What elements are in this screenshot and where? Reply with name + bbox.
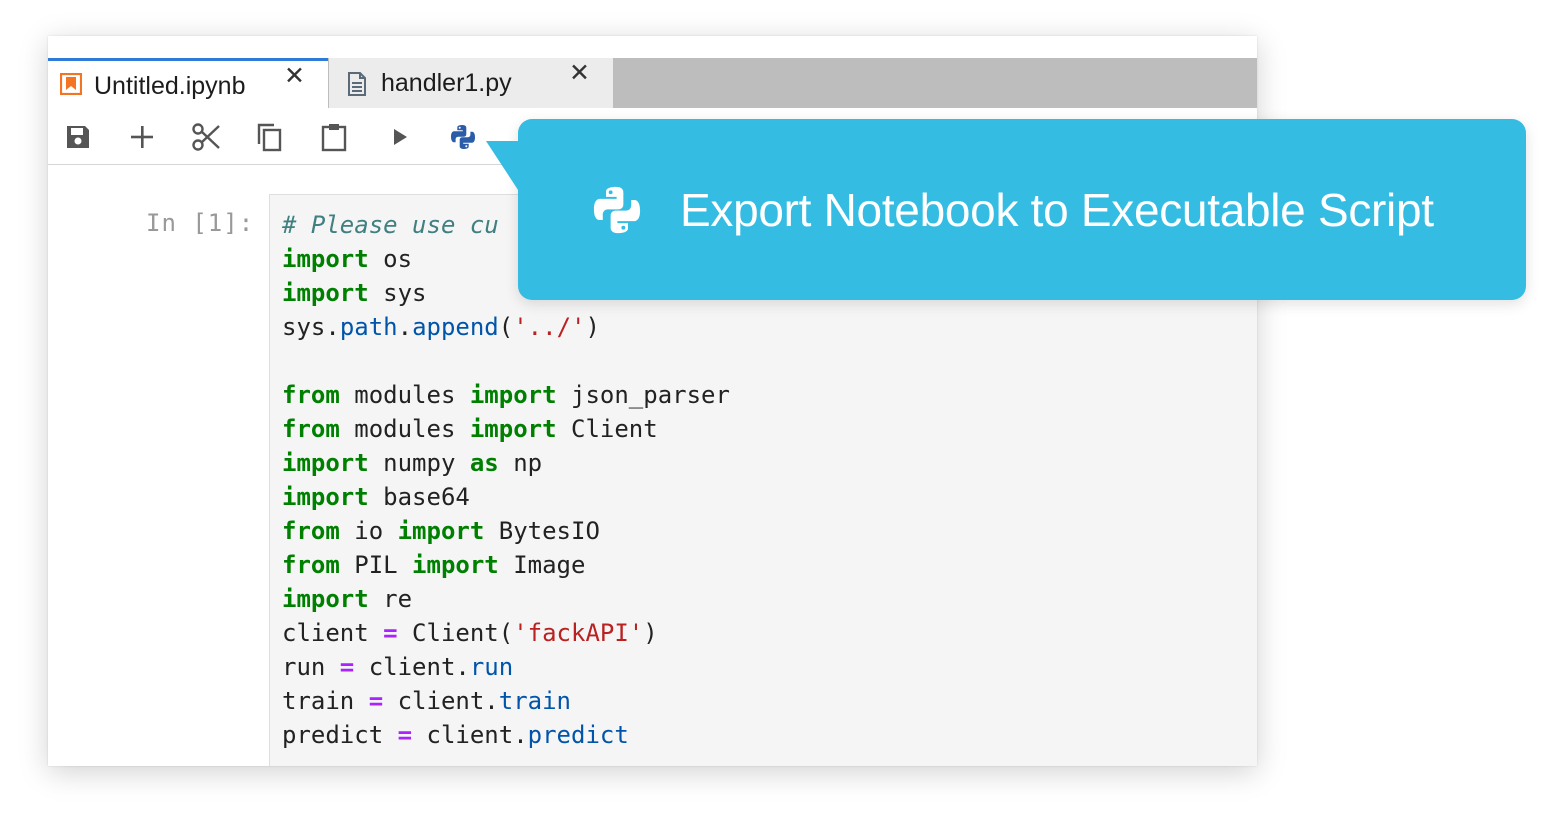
code-token: modules [339, 381, 470, 409]
code-token: from [282, 551, 340, 579]
code-token: train [498, 687, 571, 715]
code-token: import [282, 585, 369, 613]
code-token: BytesIO [484, 517, 600, 545]
code-token: base64 [368, 483, 470, 511]
code-token: import [412, 551, 499, 579]
code-token: Client [556, 415, 658, 443]
code-token: import [469, 415, 557, 443]
run-button[interactable] [385, 122, 415, 152]
code-line: client = Client('fackAPI') [282, 616, 730, 650]
code-line: from io import BytesIO [282, 514, 730, 548]
run-icon [394, 129, 407, 145]
cut-icon [192, 123, 220, 151]
code-line: from modules import Client [282, 412, 730, 446]
code-token: np [498, 449, 543, 477]
add-cell-button[interactable] [127, 122, 157, 152]
code-token: 'fackAPI' [513, 619, 644, 647]
code-token: client [282, 619, 384, 647]
code-line: predict = client.predict [282, 718, 730, 752]
code-token: from [282, 381, 340, 409]
save-icon [67, 126, 89, 148]
code-token: append [412, 313, 499, 341]
code-token: from [282, 517, 340, 545]
code-token: import [282, 449, 369, 477]
code-token: numpy [368, 449, 470, 477]
code-line: from PIL import Image [282, 548, 730, 582]
code-token: re [368, 585, 413, 613]
tab-label: handler1.py [381, 69, 512, 97]
tooltip-arrow [486, 141, 520, 193]
code-token: = [339, 653, 355, 681]
code-token: Client( [397, 619, 514, 647]
code-token: import [282, 279, 369, 307]
code-token: . [397, 313, 413, 341]
code-token: run [282, 653, 340, 681]
code-token: predict [282, 721, 398, 749]
code-token: ) [643, 619, 658, 647]
code-token: as [469, 449, 499, 477]
paste-button[interactable] [319, 122, 349, 152]
paste-icon [321, 124, 347, 152]
code-token: sys [282, 313, 326, 341]
code-token: sys [368, 279, 427, 307]
code-token: # Please use cu [282, 211, 499, 239]
code-token: io [339, 517, 398, 545]
code-line: train = client.train [282, 684, 730, 718]
export-tooltip: Export Notebook to Executable Script [486, 119, 1526, 300]
code-token: = [383, 619, 398, 647]
python-export-icon [451, 125, 475, 149]
code-token: import [282, 483, 369, 511]
save-button[interactable] [63, 122, 93, 152]
code-line: sys.path.append('../') [282, 310, 730, 344]
export-script-button[interactable] [448, 122, 478, 152]
cut-button[interactable] [191, 122, 221, 152]
code-token: from [282, 415, 340, 443]
code-token: os [368, 245, 413, 273]
code-token: ( [498, 313, 514, 341]
add-cell-icon [131, 126, 153, 148]
tab-bar: Untitled.ipynb ✕ handler1.py ✕ [48, 58, 1257, 108]
code-token: client. [354, 653, 470, 681]
code-line: import base64 [282, 480, 730, 514]
notebook-icon [59, 72, 83, 100]
code-token: predict [527, 721, 629, 749]
tooltip-text: Export Notebook to Executable Script [680, 184, 1434, 236]
code-line: run = client.run [282, 650, 730, 684]
code-token: modules [339, 415, 470, 443]
cell-prompt: In [1]: [146, 209, 255, 237]
tab-label: Untitled.ipynb [94, 72, 246, 100]
copy-icon [257, 123, 282, 152]
copy-button[interactable] [255, 122, 285, 152]
tab-untitled-ipynb[interactable]: Untitled.ipynb ✕ [48, 58, 328, 108]
code-token: train [282, 687, 369, 715]
code-token: . [325, 313, 340, 341]
code-token: import [397, 517, 485, 545]
code-token: = [397, 721, 413, 749]
close-icon[interactable]: ✕ [569, 61, 590, 86]
code-token: ) [585, 313, 600, 341]
code-token: client. [383, 687, 499, 715]
code-token: '../' [513, 313, 586, 341]
code-token: run [469, 653, 514, 681]
code-token: import [282, 245, 369, 273]
code-token: Image [498, 551, 586, 579]
python-icon [592, 185, 642, 240]
code-token: client. [412, 721, 528, 749]
code-token: = [368, 687, 384, 715]
tab-handler1-py[interactable]: handler1.py ✕ [329, 58, 613, 108]
code-line: import re [282, 582, 730, 616]
code-line: import numpy as np [282, 446, 730, 480]
code-line: from modules import json_parser [282, 378, 730, 412]
file-icon [347, 72, 367, 101]
code-token: json_parser [556, 381, 730, 409]
code-token: PIL [339, 551, 413, 579]
code-token: path [339, 313, 398, 341]
close-icon[interactable]: ✕ [284, 64, 305, 89]
code-token: import [469, 381, 557, 409]
